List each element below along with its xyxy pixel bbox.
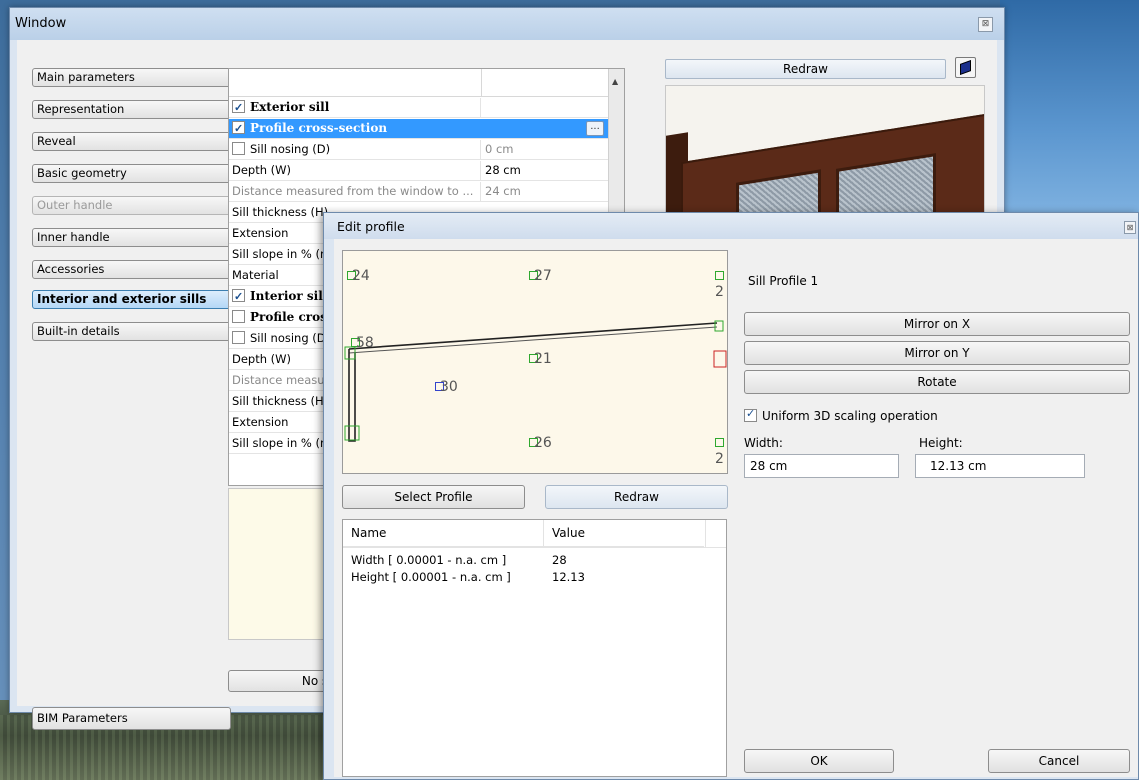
prop-row-sill-nosing[interactable]: Sill nosing (D) 0 cm	[229, 140, 609, 160]
prop-value[interactable]: 0 cm	[485, 140, 605, 159]
redraw-profile-button[interactable]: Redraw	[545, 485, 728, 509]
uniform-scaling-option[interactable]: Uniform 3D scaling operation	[744, 407, 938, 423]
table-header-name[interactable]: Name	[343, 520, 543, 547]
profile-cross-checkbox[interactable]	[232, 310, 245, 323]
prop-row-exterior-sill[interactable]: Exterior sill	[229, 98, 609, 118]
prop-name: Interior sill	[250, 289, 328, 303]
sidebar-item-built-in-details[interactable]: Built-in details	[32, 322, 231, 341]
uniform-scaling-label: Uniform 3D scaling operation	[762, 409, 938, 423]
sidebar-item-main-parameters[interactable]: Main parameters	[32, 68, 231, 87]
3d-view-button[interactable]	[955, 57, 976, 78]
sidebar-item-representation[interactable]: Representation	[32, 100, 231, 119]
table-header-value[interactable]: Value	[544, 520, 704, 547]
table-cell-name: Width [ 0.00001 - n.a. cm ]	[351, 553, 507, 567]
prop-name: Sill nosing (D)	[250, 142, 331, 156]
window-title: Window	[15, 16, 67, 31]
cube-icon	[960, 59, 971, 76]
parameters-table[interactable]: Name Value Width [ 0.00001 - n.a. cm ] 2…	[342, 519, 727, 777]
table-cell-value[interactable]: 12.13	[544, 569, 585, 585]
profile-name-label: Sill Profile 1	[748, 274, 819, 288]
window-3d-preview[interactable]	[665, 85, 985, 215]
profile-canvas[interactable]: 24 27 58 21 30 26 2 2	[342, 250, 728, 474]
edit-profile-dialog: Edit profile ⊠ 24 27 58 21 30 26 2 2 Sel…	[323, 212, 1139, 780]
profile-cross-section-checkbox[interactable]	[232, 119, 245, 138]
interior-sill-checkbox[interactable]	[232, 287, 245, 306]
property-preview-panel	[228, 488, 338, 640]
mirror-x-button[interactable]: Mirror on X	[744, 312, 1130, 336]
prop-row-depth[interactable]: Depth (W) 28 cm	[229, 161, 609, 181]
prop-name: Profile cross-section	[250, 121, 388, 135]
sill-nosing-checkbox[interactable]	[232, 142, 245, 155]
close-icon[interactable]: ⊠	[978, 17, 993, 32]
profile-point[interactable]: 30	[435, 379, 458, 395]
prop-name: Distance measured from the window to ...	[232, 184, 474, 198]
window-titlebar[interactable]: Window ⊠	[10, 8, 1004, 40]
background-viewport-sky	[1000, 0, 1139, 215]
sidebar-item-interior-exterior-sills[interactable]: Interior and exterior sills	[32, 290, 231, 309]
height-field[interactable]: 12.13 cm	[915, 454, 1085, 478]
prop-name: Profile cross	[250, 310, 334, 324]
cancel-button[interactable]: Cancel	[988, 749, 1130, 773]
height-label: Height:	[919, 436, 963, 450]
table-cell-name: Height [ 0.00001 - n.a. cm ]	[351, 570, 511, 584]
profile-point[interactable]: 27	[529, 268, 552, 284]
no-style-button[interactable]: No st	[228, 670, 338, 692]
scroll-up-icon[interactable]: ▲	[612, 77, 618, 86]
select-profile-button[interactable]: Select Profile	[342, 485, 525, 509]
ok-button[interactable]: OK	[744, 749, 894, 773]
edit-profile-title: Edit profile	[337, 219, 405, 234]
prop-name: Depth (W)	[232, 163, 292, 177]
bim-parameters-button[interactable]: BIM Parameters	[32, 707, 231, 730]
profile-point[interactable]: 58	[351, 335, 374, 351]
redraw-button[interactable]: Redraw	[665, 59, 946, 79]
sidebar-item-outer-handle: Outer handle	[32, 196, 231, 215]
prop-row-distance: Distance measured from the window to ...…	[229, 182, 609, 202]
edit-profile-titlebar[interactable]: Edit profile ⊠	[324, 213, 1138, 239]
width-label: Width:	[744, 436, 783, 450]
sidebar-item-basic-geometry[interactable]: Basic geometry	[32, 164, 231, 183]
window-frame	[681, 109, 984, 214]
exterior-sill-checkbox[interactable]	[232, 98, 245, 117]
prop-name: Exterior sill	[250, 100, 330, 114]
edit-profile-body: 24 27 58 21 30 26 2 2 Select Profile Red…	[334, 239, 1138, 777]
table-cell-value[interactable]: 28	[544, 552, 567, 568]
ellipsis-button[interactable]: ...	[586, 121, 604, 136]
uniform-scaling-checkbox[interactable]	[744, 407, 757, 422]
profile-point[interactable]: 2	[715, 435, 727, 467]
sill-nosing-2-checkbox[interactable]	[232, 331, 245, 344]
prop-value: 24 cm	[485, 184, 521, 198]
profile-point[interactable]: 26	[529, 435, 552, 451]
profile-point[interactable]: 21	[529, 351, 552, 367]
profile-point[interactable]: 24	[347, 268, 370, 284]
rotate-button[interactable]: Rotate	[744, 370, 1130, 394]
property-grid-header	[229, 69, 624, 97]
width-field[interactable]: 28 cm	[744, 454, 899, 478]
sidebar-item-reveal[interactable]: Reveal	[32, 132, 231, 151]
sidebar-item-inner-handle[interactable]: Inner handle	[32, 228, 231, 247]
mirror-y-button[interactable]: Mirror on Y	[744, 341, 1130, 365]
prop-name: Sill nosing (D)	[250, 331, 331, 345]
sidebar-item-accessories[interactable]: Accessories	[32, 260, 231, 279]
prop-value[interactable]: 28 cm	[485, 161, 605, 180]
prop-row-profile-cross-section[interactable]: Profile cross-section ...	[229, 119, 609, 139]
profile-point[interactable]: 2	[715, 268, 727, 300]
close-icon[interactable]: ⊠	[1124, 221, 1136, 234]
